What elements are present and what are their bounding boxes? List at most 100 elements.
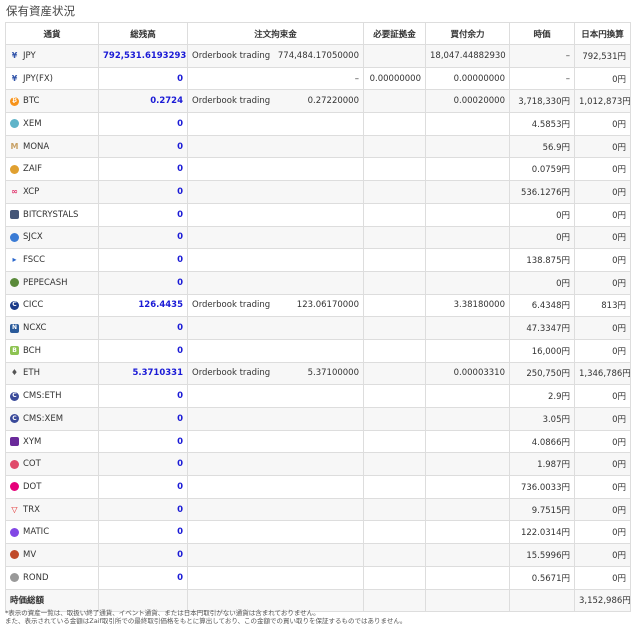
balance-cell: 792,531.6193293 [98,44,188,68]
buying-power-cell: 18,047.44882930 [425,44,510,68]
price-cell: – [509,66,575,91]
balance-cell: 0 [98,270,188,295]
header-jpy-value: 日本円換算 [574,22,631,45]
header-balance: 総残高 [98,22,188,45]
currency-cell: MV [5,543,99,567]
margin-cell [363,384,426,408]
header-currency: 通貨 [5,22,99,45]
currency-cell: XEM [5,112,99,136]
price-cell: 15.5996円 [509,543,575,567]
balance-cell: 0 [98,452,188,477]
price-cell: 1.987円 [509,452,575,477]
currency-name: COT [23,459,41,470]
balance-cell: 0 [98,384,188,408]
price-cell: 3,718,330円 [509,89,575,114]
jpy-value-cell: 0円 [574,543,631,567]
currency-cell: N NCXC [5,316,99,340]
table-row: ▽ TRX 0 9.7515円 0円 [5,497,631,522]
buying-power-cell [425,452,510,477]
order-reserved-cell [187,407,364,431]
table-row: ¥ JPY(FX) 0–0.00000000 0.00000000–0円 [5,66,631,91]
buying-power-cell [425,543,510,567]
order-reserved-cell [187,248,364,272]
btc-icon: ₿ [10,96,19,106]
buying-power-cell [425,565,510,590]
jpy-value-cell: 0円 [574,452,631,477]
currency-name: ETH [23,368,40,379]
order-amount: 5.37100000 [307,368,359,379]
price-cell: 536.1276円 [509,180,575,204]
currency-name: JPY [23,50,36,61]
table-row: XEM 0 4.5853円 0円 [5,112,631,136]
table-row: C CMS:XEM 0 3.05円 0円 [5,407,631,431]
price-cell: 0.0759円 [509,157,575,182]
buying-power-cell: 0.00000000 [425,66,510,91]
xem-icon [10,119,19,129]
jpy-value-cell: 0円 [574,520,631,545]
jpy-value-cell: 792,531円 [574,44,631,68]
currency-name: CICC [23,300,44,311]
margin-cell [363,543,426,567]
balance-cell: 0 [98,497,188,522]
table-row: COT 0 1.987円 0円 [5,452,631,477]
jpy-value-cell: 0円 [574,407,631,431]
mv-icon [10,550,19,560]
currency-cell: BITCRYSTALS [5,202,99,227]
margin-cell [363,44,426,68]
order-type-label: Orderbook trading [192,368,271,379]
currency-cell: ROND [5,565,99,590]
price-cell: 3.05円 [509,407,575,431]
table-row: C CMS:ETH 0 2.9円 0円 [5,384,631,408]
currency-cell: COT [5,452,99,477]
currency-name: NCXC [23,323,47,334]
margin-cell [363,497,426,522]
mona-icon: M [10,141,19,151]
currency-name: XCP [23,186,40,197]
jpy-value-cell: 0円 [574,384,631,408]
balance-cell: 0 [98,475,188,499]
price-cell: 122.0314円 [509,520,575,545]
currency-cell: C CMS:XEM [5,407,99,431]
buying-power-cell [425,407,510,431]
balance-cell: 0 [98,316,188,340]
table-row: N NCXC 0 47.3347円 0円 [5,316,631,340]
price-cell: – [509,44,575,68]
balance-cell: 0 [98,429,188,454]
assets-table: 通貨 総残高 注文拘束金 必要証拠金 買付余力 時価 日本円換算 ¥ JPY 792… [5,22,631,613]
order-reserved-cell [187,316,364,340]
jpy-value-cell: 0円 [574,225,631,250]
table-row: ¥ JPY 792,531.6193293 Orderbook trading 774,… [5,44,631,68]
header-order-reserved: 注文拘束金 [187,22,364,45]
currency-cell: PEPECASH [5,270,99,295]
rond-icon [10,573,19,583]
price-cell: 0円 [509,270,575,295]
buying-power-cell [425,180,510,204]
buying-power-cell [425,112,510,136]
margin-cell [363,293,426,318]
order-type-label: Orderbook trading [192,96,271,107]
balance-cell: 0 [98,180,188,204]
buying-power-cell [425,316,510,340]
page-title: 保有資産状況 [6,4,75,18]
currency-cell: ∞ XCP [5,180,99,204]
yen-icon: ¥ [11,73,18,83]
balance-cell: 0 [98,225,188,250]
order-amount: – [354,73,359,84]
order-reserved-cell: Orderbook trading 5.37100000 [187,361,364,386]
currency-name: ROND [23,572,49,583]
currency-name: MATIC [23,527,50,538]
table-row: ♦ ETH 5.3710331 Orderbook trading 5.37100000… [5,361,631,386]
table-row: PEPECASH 0 0円 0円 [5,270,631,295]
disclaimer-notes: *表示の資産一覧は、取扱い終了通貨、イベント通貨、または日本円取引がない通貨は含… [5,609,633,626]
jpy-value-cell: 0円 [574,475,631,499]
margin-cell [363,225,426,250]
order-reserved-cell: – [187,66,364,91]
margin-cell [363,565,426,590]
currency-name: DOT [23,481,42,492]
margin-cell [363,112,426,136]
currency-cell: XYM [5,429,99,454]
dot-icon [10,482,19,492]
currency-name: CMS:XEM [23,413,64,424]
buying-power-cell [425,202,510,227]
currency-cell: C CICC [5,293,99,318]
